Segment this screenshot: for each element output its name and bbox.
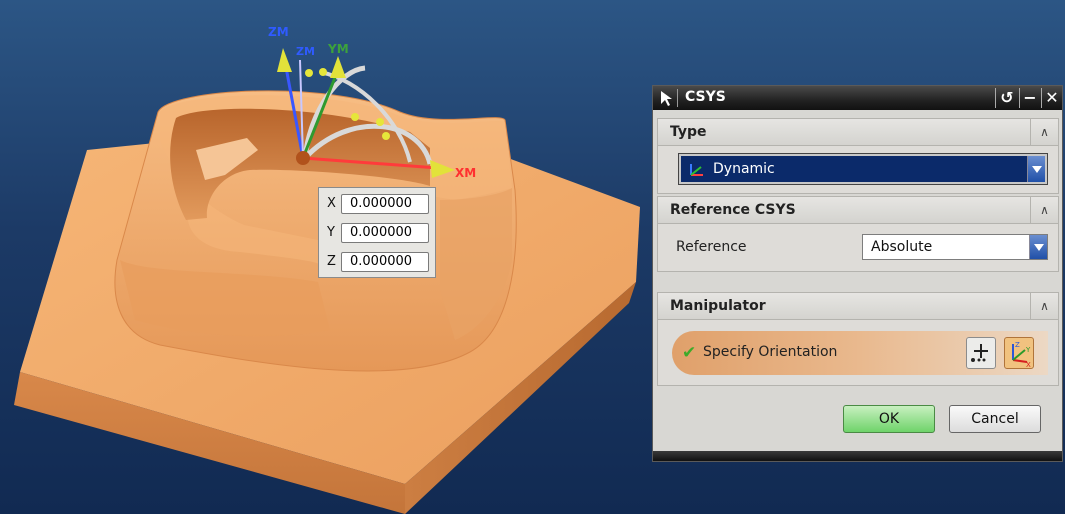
coord-row-z: Z 0.000000: [319, 252, 437, 272]
dialog-titlebar[interactable]: CSYS ↺ − ✕: [653, 86, 1062, 110]
csys-axes-icon: Z Y X: [1012, 341, 1031, 369]
dialog-bottom-bar: [653, 451, 1062, 461]
coord-label-z: Z: [327, 254, 336, 269]
csys-dialog-button[interactable]: Z Y X: [1004, 337, 1034, 369]
xm-axis-label: XM: [455, 166, 477, 180]
svg-text:X: X: [1026, 361, 1031, 368]
dialog-title: CSYS: [685, 89, 726, 105]
reference-select[interactable]: Absolute: [862, 234, 1048, 260]
cancel-button[interactable]: Cancel: [949, 405, 1041, 433]
group-type-body: Dynamic: [657, 146, 1059, 194]
titlebar-divider: [677, 89, 678, 107]
ym-axis-label: YM: [328, 42, 349, 56]
ok-button[interactable]: OK: [843, 405, 935, 433]
collapse-type-icon[interactable]: ∧: [1030, 119, 1058, 145]
coord-z-input[interactable]: 0.000000: [341, 252, 429, 272]
type-select[interactable]: Dynamic: [678, 153, 1048, 185]
group-manipulator-header[interactable]: Manipulator ∧: [657, 292, 1059, 320]
group-type-header[interactable]: Type ∧: [657, 118, 1059, 146]
coord-y-input[interactable]: 0.000000: [341, 223, 429, 243]
select-arrow-icon[interactable]: [657, 88, 677, 108]
coord-row-y: Y 0.000000: [319, 223, 437, 243]
minimize-icon[interactable]: −: [1020, 88, 1040, 108]
csys-dialog: CSYS ↺ − ✕ Type ∧ Dynamic Reference CSYS…: [652, 85, 1063, 462]
coord-label-y: Y: [327, 225, 335, 240]
dynamic-csys-icon: [690, 164, 703, 176]
zm-inner-axis-label: ZM: [296, 45, 315, 58]
reference-label: Reference: [676, 239, 747, 255]
group-reference-title: Reference CSYS: [670, 202, 796, 218]
svg-text:Z: Z: [1015, 341, 1020, 349]
group-reference-body: Reference Absolute: [657, 224, 1059, 272]
group-reference-header[interactable]: Reference CSYS ∧: [657, 196, 1059, 224]
coord-row-x: X 0.000000: [319, 194, 437, 214]
reference-select-value: Absolute: [871, 239, 933, 255]
specify-orientation-label: Specify Orientation: [703, 344, 838, 360]
coordinate-input-box: X 0.000000 Y 0.000000 Z 0.000000: [318, 187, 436, 278]
reset-icon[interactable]: ↺: [997, 88, 1017, 108]
point-dialog-button[interactable]: [966, 337, 996, 369]
close-icon[interactable]: ✕: [1042, 88, 1062, 108]
checkmark-icon: ✔: [682, 343, 697, 363]
point-plus-icon: [971, 344, 988, 362]
collapse-reference-icon[interactable]: ∧: [1030, 197, 1058, 223]
group-manipulator-title: Manipulator: [670, 298, 766, 314]
type-select-value: Dynamic: [713, 161, 775, 177]
group-type-title: Type: [670, 124, 707, 140]
coord-x-input[interactable]: 0.000000: [341, 194, 429, 214]
coord-label-x: X: [327, 196, 336, 211]
zm-axis-label: ZM: [268, 25, 289, 39]
svg-text:Y: Y: [1025, 346, 1031, 354]
chevron-down-icon[interactable]: [1029, 235, 1047, 259]
specify-orientation-row[interactable]: ✔ Specify Orientation Z Y X: [672, 331, 1048, 375]
titlebar-divider: [995, 88, 996, 108]
chevron-down-icon[interactable]: [1027, 156, 1045, 182]
group-manipulator-body: ✔ Specify Orientation Z Y X: [657, 320, 1059, 386]
collapse-manipulator-icon[interactable]: ∧: [1030, 293, 1058, 319]
